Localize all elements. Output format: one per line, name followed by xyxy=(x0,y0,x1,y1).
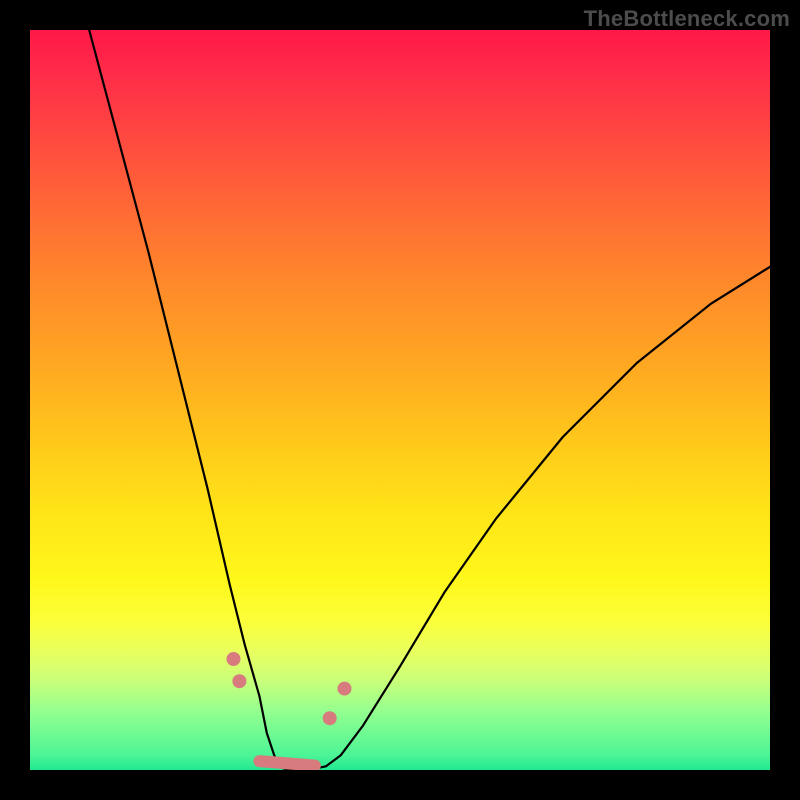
outer-frame: TheBottleneck.com xyxy=(0,0,800,800)
chart-svg xyxy=(30,30,770,770)
watermark-text: TheBottleneck.com xyxy=(584,6,790,32)
right-curve xyxy=(308,267,771,770)
highlight-dot xyxy=(232,674,246,688)
left-curve xyxy=(89,30,307,770)
highlight-dot xyxy=(338,682,352,696)
highlight-dot xyxy=(323,711,337,725)
bottom-highlight-dots xyxy=(227,652,352,725)
bottom-highlight-segment xyxy=(259,761,315,765)
plot-area xyxy=(30,30,770,770)
highlight-dot xyxy=(227,652,241,666)
